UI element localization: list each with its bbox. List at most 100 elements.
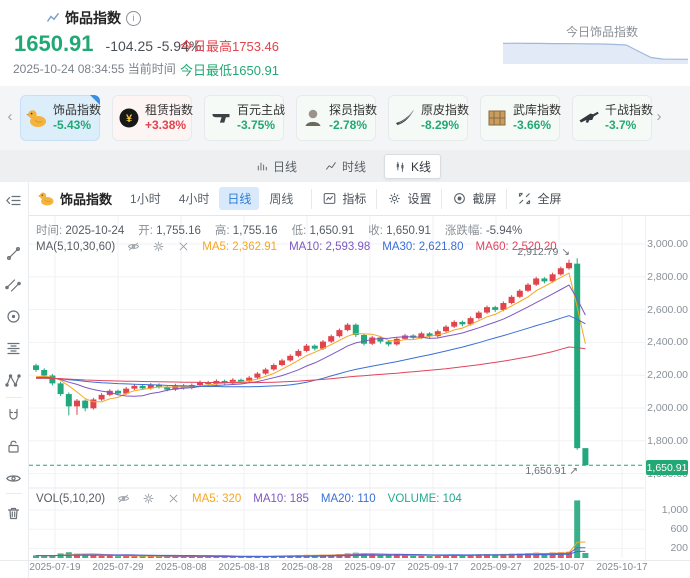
- card-name: 饰品指数: [53, 103, 102, 117]
- index-card-7[interactable]: 千战指数 -3.7%: [572, 95, 654, 141]
- screenshot-button[interactable]: 截屏: [452, 190, 496, 207]
- page-title-row: 饰品指数 i: [46, 8, 141, 28]
- xaxis-line: [0, 560, 690, 561]
- eye-icon[interactable]: [5, 470, 23, 488]
- index-card-2[interactable]: ¥ 租赁指数 +3.38%: [112, 95, 194, 141]
- index-card-5[interactable]: 原皮指数 -8.29%: [388, 95, 470, 141]
- index-card-6[interactable]: 武库指数 -3.66%: [480, 95, 562, 141]
- y-axis-label: 2,600.00: [647, 303, 688, 316]
- y-axis-label: 1,800.00: [647, 434, 688, 447]
- gear-small-icon[interactable]: [142, 492, 155, 505]
- duck-icon: [38, 190, 55, 207]
- card-name: 租赁指数: [145, 103, 194, 117]
- peak-annotation: 2,912.79 ↘: [517, 246, 570, 258]
- legend-ma-value: MA30: 2,621.80: [382, 240, 464, 253]
- channel-icon[interactable]: [5, 277, 23, 295]
- agent-icon: [302, 107, 324, 129]
- fib-icon[interactable]: [5, 340, 23, 358]
- unlock-icon[interactable]: [5, 438, 23, 456]
- header-sparkline: [503, 38, 688, 64]
- legend-ma-value: MA10: 2,593.98: [289, 240, 371, 253]
- rifle-icon: [578, 107, 600, 129]
- lease-icon: ¥: [118, 107, 140, 129]
- magnet-icon[interactable]: [5, 407, 23, 425]
- timeframe-1小时[interactable]: 1小时: [122, 187, 169, 210]
- timeframe-周线[interactable]: 周线: [261, 187, 301, 210]
- x-axis-label: 2025-08-28: [281, 562, 333, 573]
- current-price: 1650.91: [14, 31, 94, 56]
- indicator-icon: [322, 191, 338, 207]
- card-name: 探员指数: [329, 103, 378, 117]
- legend-title: MA(5,10,30,60): [36, 240, 116, 253]
- legend-ma-value: MA20: 110: [320, 492, 376, 505]
- index-card-4[interactable]: 探员指数 -2.78%: [296, 95, 378, 141]
- cards-next-button[interactable]: ›: [652, 108, 666, 125]
- fullscreen-icon: [517, 191, 533, 207]
- settings-button[interactable]: 设置: [387, 190, 431, 207]
- card-change: -8.29%: [421, 118, 460, 132]
- timeframe-buttons: 1小时 4小时 日线 周线: [122, 187, 301, 210]
- x-axis-label: 2025-08-08: [155, 562, 207, 573]
- close-small-icon[interactable]: [167, 492, 180, 505]
- low-annotation: 1,650.91 ↗: [525, 465, 578, 477]
- collapse-toolbar-icon[interactable]: [5, 192, 23, 210]
- gear-small-icon[interactable]: [152, 240, 165, 253]
- x-axis-label: 2025-10-17: [596, 562, 648, 573]
- volume-axis-label: 600: [670, 523, 688, 536]
- x-axis-label: 2025-10-07: [533, 562, 585, 573]
- cards-prev-button[interactable]: ‹: [3, 108, 17, 125]
- card-change: -2.78%: [329, 118, 368, 132]
- view-tab-K线[interactable]: K线: [384, 154, 442, 179]
- index-chart-icon: [46, 11, 60, 25]
- x-axis-label: 2025-09-07: [344, 562, 396, 573]
- view-tab-日线[interactable]: 日线: [246, 154, 307, 179]
- header: 饰品指数 i 1650.91 -104.25 -5.94% 2025-10-24…: [0, 0, 690, 86]
- ohlc-item: 收: 1,650.91: [368, 225, 431, 237]
- x-axis-label: 2025-08-18: [218, 562, 270, 573]
- card-change: -3.7%: [605, 118, 637, 132]
- ohlc-item: 低: 1,650.91: [291, 225, 355, 237]
- x-axis-label: 2025-09-17: [407, 562, 459, 573]
- current-datetime: 2025-10-24 08:34:55 当前时间: [13, 62, 176, 76]
- close-small-icon[interactable]: [177, 240, 190, 253]
- card-name: 百元主战: [237, 103, 286, 117]
- line-tab-icon: [325, 160, 338, 173]
- ohlc-item: 时间: 2025-10-24: [36, 225, 125, 237]
- card-name: 武库指数: [513, 103, 562, 117]
- timeframe-日线[interactable]: 日线: [219, 187, 260, 210]
- eye-small-icon[interactable]: [117, 492, 130, 505]
- card-name: 千战指数: [605, 103, 654, 117]
- legend-ma-value: MA5: 320: [192, 492, 242, 505]
- page-title: 饰品指数: [65, 10, 121, 26]
- timeframe-4小时[interactable]: 4小时: [171, 187, 218, 210]
- eye-small-icon[interactable]: [127, 240, 140, 253]
- pattern-icon[interactable]: [5, 372, 23, 390]
- card-change: -5.43%: [53, 118, 92, 132]
- view-tab-时线[interactable]: 时线: [315, 154, 376, 179]
- y-axis-label: 2,000.00: [647, 402, 688, 414]
- legend-ma-value: MA10: 185: [253, 492, 309, 505]
- index-card-1[interactable]: 饰品指数 -5.43%: [20, 95, 102, 141]
- y-axis-label: 3,000.00: [647, 238, 688, 250]
- ellipse-icon[interactable]: [5, 308, 23, 326]
- view-tabs-strip: 日线 时线 K线: [0, 150, 690, 182]
- bar-tab-icon: [256, 160, 269, 173]
- card-change: -3.75%: [237, 118, 276, 132]
- legend-ma-value: VOLUME: 104: [387, 492, 462, 505]
- today-high: 今日最高1753.46: [180, 39, 280, 54]
- info-icon[interactable]: i: [126, 10, 141, 26]
- trendline-icon[interactable]: [5, 245, 23, 263]
- current-price-badge: 1,650.91: [646, 460, 688, 475]
- crate-icon: [486, 107, 508, 129]
- ohlc-item: 涨跌幅: -5.94%: [444, 225, 523, 237]
- legend-title: VOL(5,10,20): [36, 492, 106, 505]
- index-card-3[interactable]: 百元主战 -3.75%: [204, 95, 286, 141]
- gear-icon: [387, 191, 403, 207]
- legend-ma-value: MA5: 2,362.91: [202, 240, 278, 253]
- trash-icon[interactable]: [5, 505, 23, 523]
- card-name: 原皮指数: [421, 103, 470, 117]
- index-cards-strip: ‹ 饰品指数 -5.43% ¥ 租赁指数 +3.38% 百元主战 -3.75% 探员指数 -2.…: [0, 86, 690, 150]
- fullscreen-button[interactable]: 全屏: [517, 190, 561, 207]
- indicator-button[interactable]: 指标: [322, 190, 366, 207]
- price-chart[interactable]: [29, 216, 645, 560]
